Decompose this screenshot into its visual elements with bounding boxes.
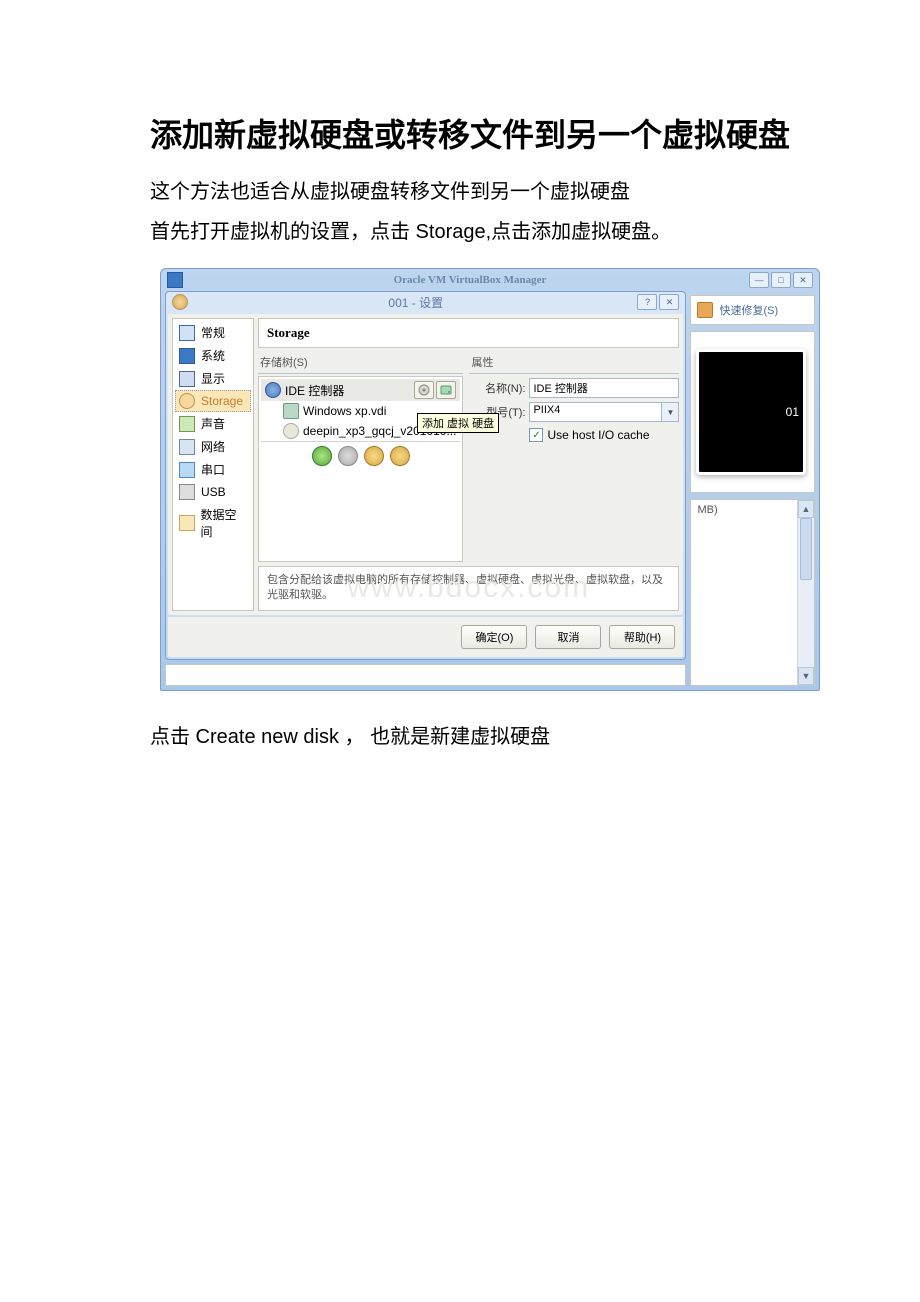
- ok-button[interactable]: 确定(O): [461, 625, 527, 649]
- sidebar-item-label: 网络: [201, 438, 225, 455]
- display-icon: [179, 371, 195, 387]
- cancel-button[interactable]: 取消: [535, 625, 601, 649]
- status-strip: [165, 664, 686, 686]
- add-hard-disk-button[interactable]: [436, 381, 456, 399]
- serial-icon: [179, 462, 195, 478]
- controller-name-input[interactable]: [529, 378, 679, 398]
- sidebar-item-usb[interactable]: USB: [175, 481, 251, 503]
- storage-tree-header: 存储树(S): [258, 352, 463, 374]
- sidebar-item-network[interactable]: 网络: [175, 435, 251, 458]
- doc-title: 添加新虚拟硬盘或转移文件到另一个虚拟硬盘: [120, 110, 820, 156]
- panel-title: Storage: [258, 318, 679, 348]
- chip-icon: [179, 348, 195, 364]
- vm-preview-panel: 01: [690, 331, 815, 493]
- settings-sidebar: 常规 系统 显示 Storage 声音 网络 串口 USB 数据空间: [172, 318, 254, 611]
- dialog-title: 001 - 设置: [194, 294, 637, 311]
- quick-fix-link[interactable]: 快速修复(S): [690, 295, 815, 325]
- optical-disk-icon: [283, 423, 299, 439]
- details-panel: MB) ▲ ▼: [690, 499, 815, 686]
- controller-type-select[interactable]: PIIX4: [529, 402, 662, 422]
- controller-icon: [265, 382, 281, 398]
- checkbox-label: Use host I/O cache: [547, 428, 649, 442]
- sidebar-item-label: 常规: [201, 324, 225, 341]
- usb-icon: [179, 484, 195, 500]
- outer-titlebar[interactable]: Oracle VM VirtualBox Manager — □ ✕: [161, 269, 819, 291]
- sidebar-item-label: USB: [201, 485, 226, 499]
- scroll-thumb[interactable]: [800, 518, 812, 580]
- sidebar-item-label: 系统: [201, 347, 225, 364]
- screenshot-figure: Oracle VM VirtualBox Manager — □ ✕ 001 -…: [160, 268, 820, 691]
- paragraph-3: 点击 Create new disk ， 也就是新建虚拟硬盘: [150, 721, 820, 753]
- minimize-button[interactable]: —: [749, 272, 769, 288]
- add-cd-button[interactable]: [414, 381, 434, 399]
- maximize-button[interactable]: □: [771, 272, 791, 288]
- network-icon: [179, 439, 195, 455]
- sidebar-item-general[interactable]: 常规: [175, 321, 251, 344]
- storage-tree[interactable]: IDE 控制器: [258, 376, 463, 562]
- description-box: 包含分配给该虚拟电脑的所有存储控制器、虚拟硬盘、虚拟光盘、虚拟软盘，以及光驱和软…: [258, 566, 679, 611]
- quickfix-icon: [697, 302, 713, 318]
- disk-icon: [179, 393, 195, 409]
- virtualbox-manager-window: Oracle VM VirtualBox Manager — □ ✕ 001 -…: [160, 268, 820, 691]
- sidebar-item-label: 显示: [201, 370, 225, 387]
- hard-disk-icon: [283, 403, 299, 419]
- sidebar-item-storage[interactable]: Storage: [175, 390, 251, 412]
- remove-controller-button[interactable]: [338, 446, 358, 466]
- checkbox-icon: ✓: [529, 428, 543, 442]
- close-button[interactable]: ✕: [793, 272, 813, 288]
- folder-icon: [179, 515, 195, 531]
- sidebar-item-serial[interactable]: 串口: [175, 458, 251, 481]
- dialog-titlebar[interactable]: 001 - 设置 ? ✕: [166, 292, 685, 312]
- sidebar-item-display[interactable]: 显示: [175, 367, 251, 390]
- monitor-icon: [179, 325, 195, 341]
- add-controller-button[interactable]: [312, 446, 332, 466]
- scroll-down-icon[interactable]: ▼: [798, 667, 814, 685]
- vm-preview-screen: 01: [696, 349, 806, 475]
- disk-label: Windows xp.vdi: [303, 404, 386, 418]
- sidebar-item-system[interactable]: 系统: [175, 344, 251, 367]
- paragraph-2: 首先打开虚拟机的设置，点击 Storage,点击添加虚拟硬盘。: [150, 216, 820, 248]
- outer-window-title: Oracle VM VirtualBox Manager: [191, 274, 749, 286]
- virtualbox-icon: [167, 272, 183, 288]
- add-attachment-button[interactable]: [364, 446, 384, 466]
- sidebar-item-shared-folders[interactable]: 数据空间: [175, 503, 251, 543]
- tooltip: 添加 虚拟 硬盘: [417, 413, 499, 433]
- tree-controller-row[interactable]: IDE 控制器: [261, 379, 460, 401]
- sidebar-item-label: 声音: [201, 415, 225, 432]
- dialog-help-button[interactable]: ?: [637, 294, 657, 310]
- sidebar-item-label: 串口: [201, 461, 225, 478]
- quickfix-label: 快速修复(S): [719, 302, 778, 318]
- name-label: 名称(N):: [469, 380, 525, 396]
- sidebar-item-label: Storage: [201, 394, 243, 408]
- paragraph-1: 这个方法也适合从虚拟硬盘转移文件到另一个虚拟硬盘: [150, 176, 820, 208]
- sidebar-item-audio[interactable]: 声音: [175, 412, 251, 435]
- sidebar-item-label: 数据空间: [201, 506, 247, 540]
- audio-icon: [179, 416, 195, 432]
- details-text: MB): [691, 500, 814, 520]
- gear-icon: [172, 294, 188, 310]
- settings-dialog: 001 - 设置 ? ✕ 常规 系统 显示 Storage: [165, 291, 686, 660]
- chevron-down-icon[interactable]: ▼: [662, 402, 679, 422]
- properties-header: 属性: [469, 352, 679, 374]
- remove-attachment-button[interactable]: [390, 446, 410, 466]
- scroll-up-icon[interactable]: ▲: [798, 500, 814, 518]
- controller-label: IDE 控制器: [285, 382, 344, 399]
- help-button[interactable]: 帮助(H): [609, 625, 675, 649]
- host-io-cache-checkbox[interactable]: ✓ Use host I/O cache: [529, 428, 679, 442]
- vertical-scrollbar[interactable]: ▲ ▼: [797, 500, 814, 685]
- dialog-close-button[interactable]: ✕: [659, 294, 679, 310]
